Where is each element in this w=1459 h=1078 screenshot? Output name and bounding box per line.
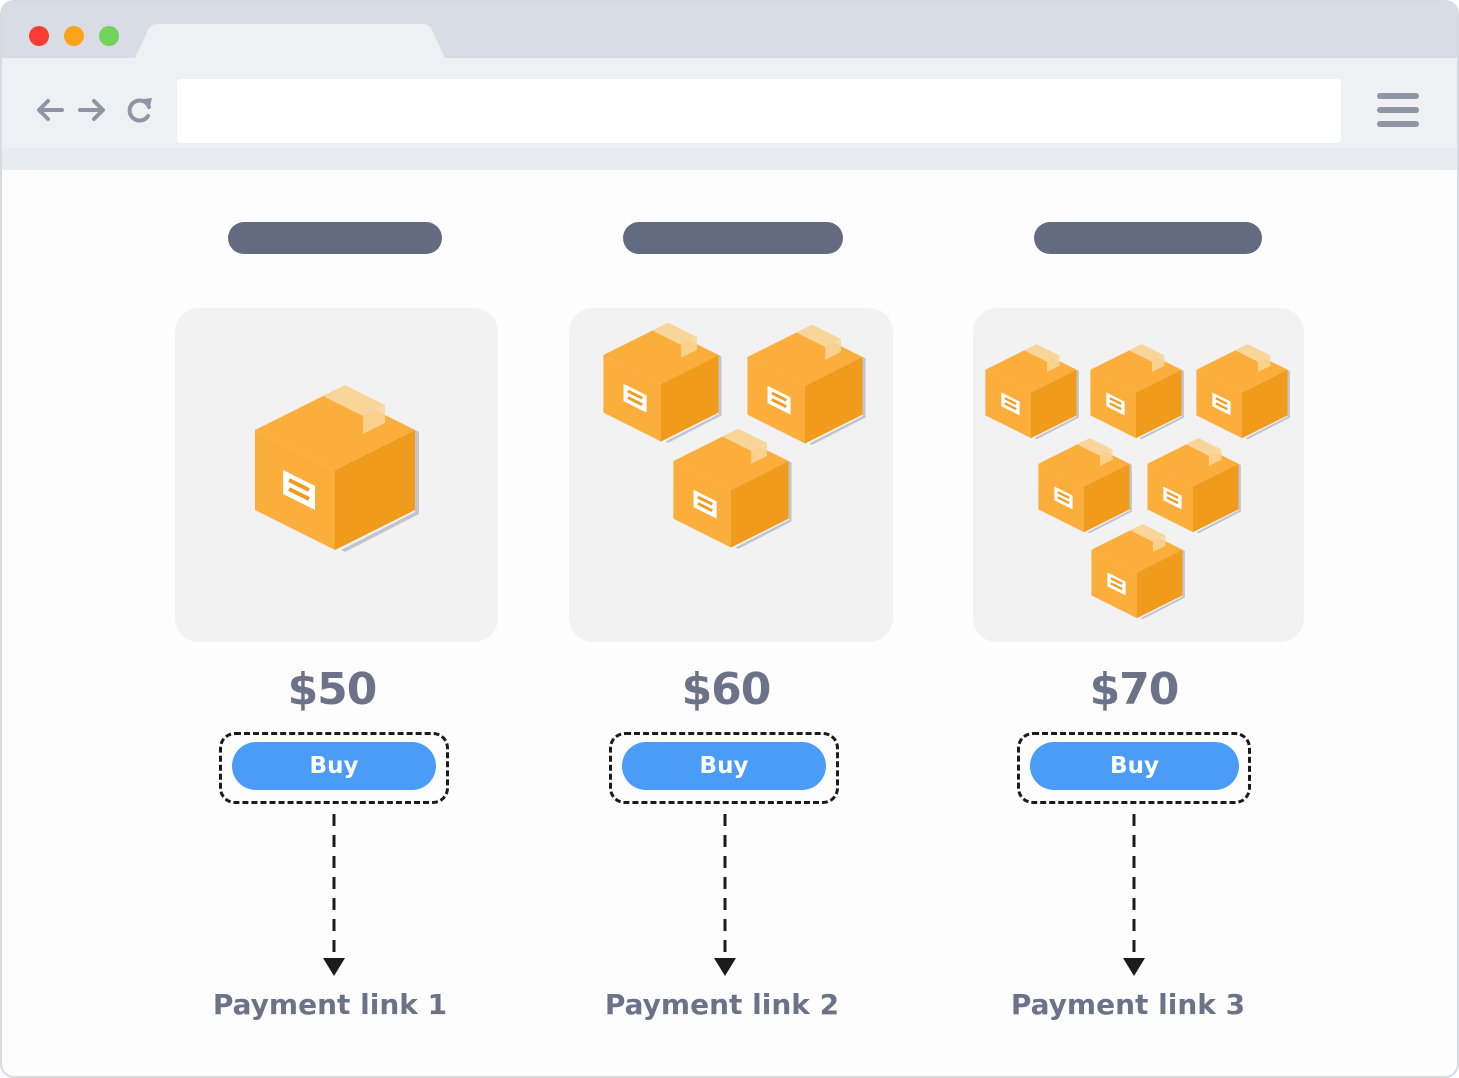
- address-bar[interactable]: [177, 79, 1341, 143]
- product-price: $60: [681, 664, 772, 715]
- cardboard-box-icon: [1038, 438, 1132, 534]
- cardboard-box-icon: [747, 324, 866, 445]
- product-title-placeholder: [623, 222, 843, 254]
- cardboard-box-icon: [673, 428, 792, 549]
- forward-arrow-icon[interactable]: [76, 94, 108, 126]
- page-content: $50 Buy Payment link 1 $60 Buy Payment l…: [2, 170, 1457, 1076]
- payment-link-label[interactable]: Payment link 3: [968, 988, 1288, 1021]
- cardboard-box-icon: [603, 322, 722, 443]
- product-image-card: [569, 308, 893, 642]
- hamburger-menu-icon[interactable]: [1375, 90, 1421, 130]
- product-boxes-image: [603, 322, 866, 549]
- buy-button[interactable]: Buy: [232, 742, 436, 790]
- cardboard-box-icon: [985, 344, 1079, 440]
- product-title-placeholder: [1034, 222, 1262, 254]
- dashed-down-arrow: [1123, 814, 1145, 976]
- buy-button[interactable]: Buy: [622, 742, 826, 790]
- cardboard-box-icon: [255, 385, 419, 552]
- product-boxes-image: [255, 385, 419, 552]
- back-arrow-icon[interactable]: [34, 94, 66, 126]
- product-price: $70: [1089, 664, 1180, 715]
- close-window-button[interactable]: [29, 26, 49, 46]
- payment-link-label[interactable]: Payment link 1: [170, 988, 490, 1021]
- browser-window: $50 Buy Payment link 1 $60 Buy Payment l…: [0, 0, 1459, 1078]
- cardboard-box-icon: [1091, 524, 1185, 620]
- minimize-window-button[interactable]: [64, 26, 84, 46]
- maximize-window-button[interactable]: [99, 26, 119, 46]
- dashed-down-arrow: [714, 814, 736, 976]
- product-image-card: [175, 308, 498, 642]
- title-bar: [2, 2, 1457, 64]
- cardboard-box-icon: [1147, 438, 1241, 534]
- dashed-down-arrow: [323, 814, 345, 976]
- payment-link-label[interactable]: Payment link 2: [562, 988, 882, 1021]
- cardboard-box-icon: [1090, 344, 1184, 440]
- cardboard-box-icon: [1196, 344, 1290, 440]
- buy-button[interactable]: Buy: [1030, 742, 1239, 790]
- product-boxes-image: [985, 344, 1290, 620]
- toolbar-divider: [2, 148, 1457, 170]
- product-title-placeholder: [228, 222, 442, 254]
- product-price: $50: [287, 664, 378, 715]
- reload-icon[interactable]: [124, 94, 156, 126]
- product-image-card: [973, 308, 1304, 642]
